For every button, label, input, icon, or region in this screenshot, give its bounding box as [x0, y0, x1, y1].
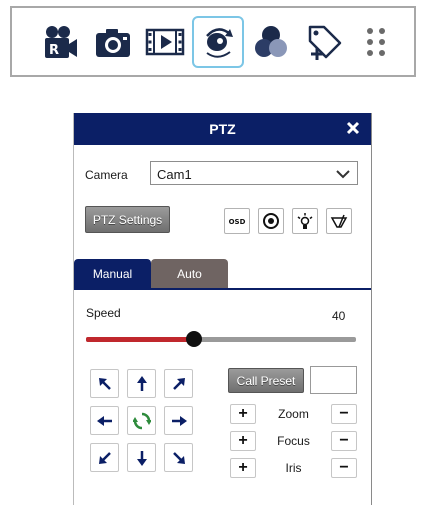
- slider-fill: [86, 337, 194, 342]
- osd-button[interactable]: OSD: [224, 208, 250, 234]
- camera-label: Camera: [85, 168, 128, 182]
- zoom-control: + Zoom −: [230, 404, 357, 424]
- iris-open-button[interactable]: +: [230, 458, 256, 478]
- ptz-panel: PTZ Camera Cam1 PTZ Settings OSD Manual …: [73, 113, 372, 505]
- arrow-left-icon: [96, 415, 112, 426]
- snapshot-button[interactable]: [87, 16, 139, 68]
- call-preset-button[interactable]: Call Preset: [228, 368, 304, 393]
- more-button[interactable]: [350, 16, 402, 68]
- focus-near-button[interactable]: +: [230, 431, 256, 451]
- playback-button[interactable]: [139, 16, 191, 68]
- ptz-control-icon: [206, 28, 233, 58]
- focus-target-button[interactable]: [258, 208, 284, 234]
- camera-select-value: Cam1: [157, 167, 192, 182]
- focus-label: Focus: [277, 434, 310, 448]
- iris-control: + Iris −: [230, 458, 357, 478]
- arrow-up-right-icon: [172, 377, 185, 390]
- speed-label: Speed: [86, 306, 121, 320]
- camera-select[interactable]: Cam1: [150, 161, 358, 185]
- pan-left-button[interactable]: [90, 406, 119, 435]
- preset-number-input[interactable]: [310, 366, 357, 394]
- color-adjust-icon: [255, 26, 287, 57]
- svg-text:R: R: [49, 43, 59, 58]
- zoom-in-button[interactable]: +: [230, 404, 256, 424]
- toolbar: R: [10, 6, 416, 77]
- pan-right-button[interactable]: [164, 406, 193, 435]
- pan-up-left-button[interactable]: [90, 369, 119, 398]
- focus-control: + Focus −: [230, 431, 357, 451]
- direction-pad: [89, 368, 194, 473]
- color-adjust-button[interactable]: [245, 16, 297, 68]
- ptz-button[interactable]: [192, 16, 244, 68]
- osd-icon: OSD: [229, 218, 246, 226]
- video-playback-icon: [145, 28, 185, 56]
- focus-target-icon: [263, 213, 279, 229]
- recording-camera-button[interactable]: R: [34, 16, 86, 68]
- iris-close-button[interactable]: −: [331, 458, 357, 478]
- speed-slider[interactable]: [86, 330, 356, 350]
- osd-text: OSD: [229, 218, 246, 226]
- slider-thumb[interactable]: [186, 331, 202, 347]
- arrow-up-left-icon: [98, 377, 111, 390]
- tilt-up-button[interactable]: [127, 369, 156, 398]
- iris-label: Iris: [285, 461, 302, 475]
- ptz-title-bar: PTZ: [73, 113, 372, 145]
- tab-auto[interactable]: Auto: [151, 259, 228, 289]
- arrow-up-icon: [136, 375, 147, 391]
- light-button[interactable]: [292, 208, 318, 234]
- refresh-icon: [132, 412, 151, 429]
- arrow-down-right-icon: [172, 451, 185, 464]
- recording-camera-icon: R: [45, 26, 77, 58]
- panel-title: PTZ: [209, 121, 236, 137]
- focus-far-button[interactable]: −: [331, 431, 357, 451]
- close-icon[interactable]: [343, 118, 363, 138]
- arrow-down-left-icon: [98, 451, 111, 464]
- add-tag-button[interactable]: [298, 16, 350, 68]
- camera-snapshot-icon: [96, 29, 130, 57]
- tab-manual[interactable]: Manual: [74, 259, 151, 289]
- pan-down-right-button[interactable]: [164, 443, 193, 472]
- arrow-down-icon: [136, 450, 147, 466]
- more-grid-icon: [367, 28, 385, 56]
- ptz-settings-button[interactable]: PTZ Settings: [85, 206, 170, 233]
- arrow-right-icon: [171, 415, 187, 426]
- tab-underline: [73, 288, 372, 290]
- tilt-down-button[interactable]: [127, 443, 156, 472]
- pan-down-left-button[interactable]: [90, 443, 119, 472]
- add-tag-icon: [308, 25, 342, 60]
- wiper-icon: [330, 214, 348, 228]
- zoom-out-button[interactable]: −: [331, 404, 357, 424]
- speed-value: 40: [332, 309, 346, 323]
- zoom-label: Zoom: [278, 407, 309, 421]
- auto-scan-button[interactable]: [127, 406, 156, 435]
- wiper-button[interactable]: [326, 208, 352, 234]
- pan-up-right-button[interactable]: [164, 369, 193, 398]
- light-icon: [297, 213, 313, 229]
- chevron-down-icon: [336, 170, 350, 179]
